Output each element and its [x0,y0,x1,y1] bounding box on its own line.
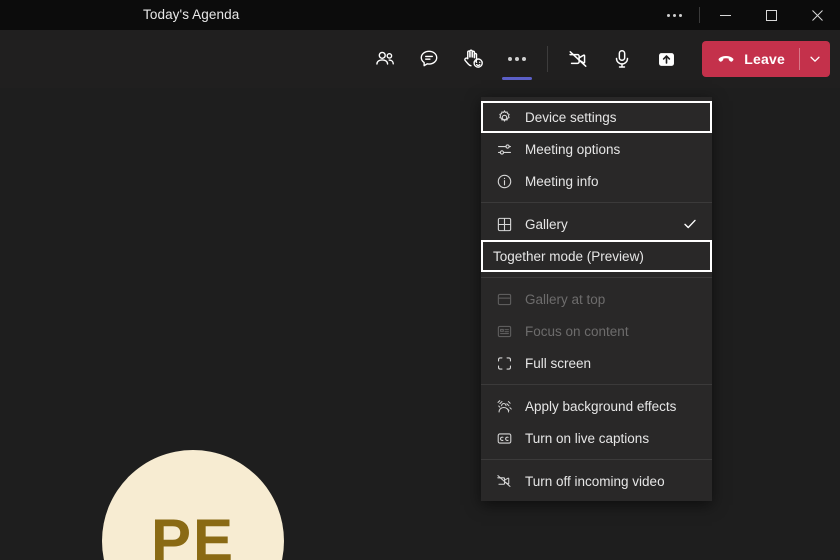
maximize-button[interactable] [748,0,794,30]
menu-item-full-screen[interactable]: Full screen [481,347,712,379]
menu-item-label: Meeting options [525,141,621,157]
background-effects-icon [493,396,515,416]
menu-item-label: Together mode (Preview) [493,248,644,264]
toolbar-left-group: Leave [363,40,830,80]
show-chat-button[interactable] [407,40,451,78]
ellipsis-icon [508,57,527,61]
leave-options-button[interactable] [800,41,830,77]
teams-meeting-window: Today's Agenda Leave PE Device settings … [0,0,840,560]
share-screen-button[interactable] [644,40,688,78]
menu-item-apply-background-effects[interactable]: Apply background effects [481,390,712,422]
sliders-icon [493,139,515,159]
menu-item-label: Turn off incoming video [525,473,665,489]
close-icon [811,9,823,21]
menu-separator [481,202,712,203]
toolbar-divider [547,46,549,72]
avatar-initials: PE [150,507,236,560]
title-bar: Today's Agenda [0,0,840,30]
window-controls [651,0,840,30]
video-stage: PE [0,88,840,560]
active-tab-indicator [502,77,533,80]
camera-off-icon [493,471,515,491]
microphone-icon [616,50,629,68]
menu-item-together-mode[interactable]: Together mode (Preview) [481,240,712,272]
more-actions-menu: Device settings Meeting options Meeting … [481,97,712,501]
close-button[interactable] [794,0,840,30]
meeting-toolbar: Leave [0,30,840,88]
menu-item-label: Meeting info [525,173,599,189]
show-participants-button[interactable] [363,40,407,78]
people-icon [376,51,395,65]
raise-hand-icon [464,49,484,68]
toggle-mic-button[interactable] [600,40,644,78]
menu-item-device-settings[interactable]: Device settings [481,101,712,133]
menu-separator [481,277,712,278]
camera-off-icon [569,51,587,67]
maximize-icon [765,9,777,21]
menu-item-label: Full screen [525,355,592,371]
menu-item-label: Turn on live captions [525,430,650,446]
menu-item-gallery[interactable]: Gallery [481,208,712,240]
leave-button[interactable]: Leave [702,41,799,77]
reactions-button[interactable] [451,40,495,78]
grid-icon [493,214,515,234]
menu-item-turn-on-live-captions[interactable]: Turn on live captions [481,422,712,454]
menu-item-label: Gallery [525,216,568,232]
gallery-top-icon [493,289,515,309]
chat-icon [420,50,438,67]
leave-button-group: Leave [702,41,830,77]
menu-separator [481,384,712,385]
participant-avatar: PE [102,450,284,560]
info-circle-icon [493,171,515,191]
focus-content-icon [493,321,515,341]
menu-item-label: Focus on content [525,323,629,339]
ellipsis-icon [666,13,682,17]
window-more-options-button[interactable] [651,0,697,30]
chevron-down-icon [810,56,820,62]
minimize-button[interactable] [702,0,748,30]
menu-item-meeting-options[interactable]: Meeting options [481,133,712,165]
menu-item-turn-off-incoming-video[interactable]: Turn off incoming video [481,465,712,497]
gear-icon [493,107,515,127]
hangup-icon [718,56,734,62]
leave-button-label: Leave [744,51,785,67]
closed-captions-icon [493,428,515,448]
toggle-camera-button[interactable] [556,40,600,78]
menu-item-label: Device settings [525,109,617,125]
more-actions-button[interactable] [495,40,539,80]
window-title: Today's Agenda [143,7,240,22]
checkmark-icon [682,216,698,232]
window-controls-divider [699,7,700,23]
menu-item-focus-on-content: Focus on content [481,315,712,347]
fullscreen-icon [493,353,515,373]
menu-item-meeting-info[interactable]: Meeting info [481,165,712,197]
minimize-icon [719,14,731,16]
menu-item-label: Apply background effects [525,398,677,414]
share-screen-icon [658,52,674,66]
menu-item-label: Gallery at top [525,291,606,307]
menu-separator [481,459,712,460]
menu-item-gallery-at-top: Gallery at top [481,283,712,315]
